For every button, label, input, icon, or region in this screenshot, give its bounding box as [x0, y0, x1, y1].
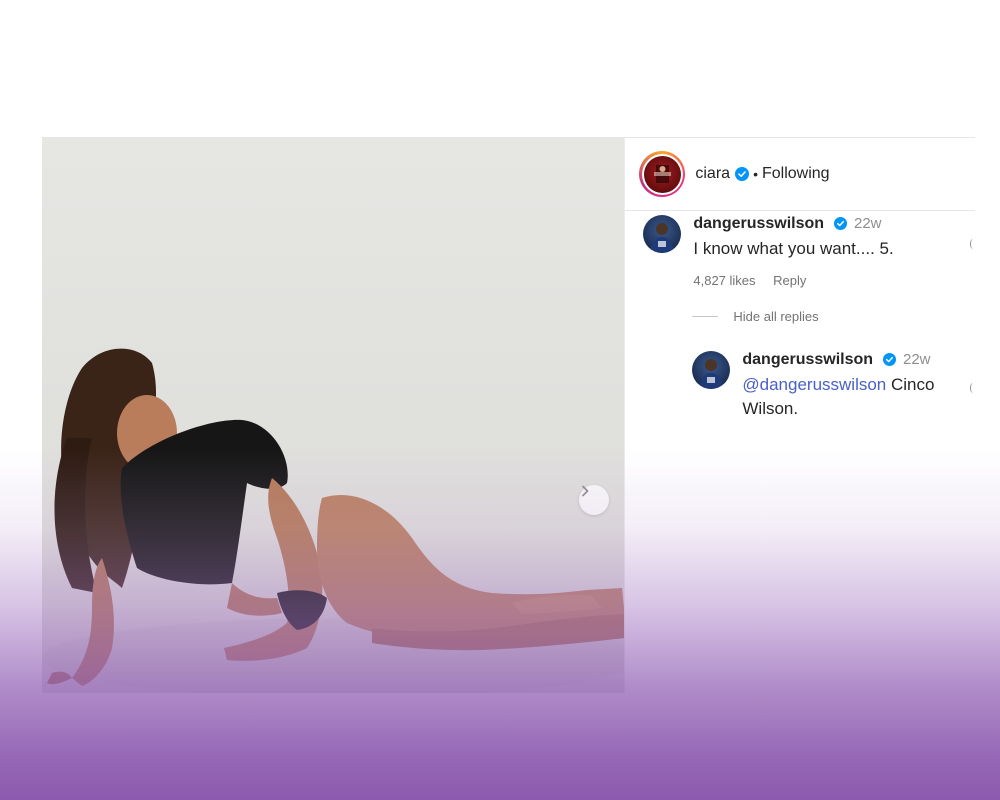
- comment-time: 22w: [902, 351, 931, 368]
- profile-photo: [653, 164, 671, 183]
- next-photo-button[interactable]: [579, 485, 609, 515]
- hide-replies-label: Hide all replies: [733, 309, 819, 324]
- story-ring[interactable]: [639, 151, 686, 197]
- reply-button[interactable]: Reply: [773, 273, 806, 288]
- commenter-username[interactable]: dangerusswilson: [693, 215, 824, 232]
- commenter-photo: [650, 223, 675, 253]
- photo-illustration: [42, 348, 625, 693]
- verified-badge-icon: [735, 167, 750, 181]
- reply-item: dangerusswilson 22w @dangerusswilson Cin…: [692, 351, 972, 421]
- commenter-avatar[interactable]: [643, 215, 682, 253]
- divider-line: [692, 316, 719, 317]
- comments-panel: ciara • Following dangerusswilson 22w I …: [624, 138, 975, 693]
- comment-likes[interactable]: 4,827 likes: [693, 273, 755, 288]
- post-header: ciara • Following: [625, 138, 975, 211]
- verified-badge-icon: [833, 217, 847, 230]
- commenter-avatar[interactable]: [692, 351, 731, 389]
- following-button[interactable]: Following: [762, 165, 830, 183]
- heart-icon[interactable]: [970, 383, 975, 393]
- hide-replies-toggle[interactable]: Hide all replies: [692, 309, 819, 324]
- page: ciara • Following dangerusswilson 22w I …: [0, 0, 1000, 800]
- instagram-post: ciara • Following dangerusswilson 22w I …: [42, 137, 975, 693]
- comment-item: dangerusswilson 22w I know what you want…: [643, 215, 894, 288]
- verified-badge-icon: [882, 353, 896, 366]
- commenter-username[interactable]: dangerusswilson: [742, 351, 873, 368]
- chevron-right-icon: [582, 485, 589, 497]
- comment-text: I know what you want.... 5.: [693, 239, 894, 258]
- separator-dot: •: [753, 166, 758, 182]
- mention-link[interactable]: @dangerusswilson: [742, 375, 886, 394]
- avatar: [643, 155, 681, 193]
- comment-time: 22w: [853, 215, 882, 232]
- heart-icon[interactable]: [970, 239, 975, 249]
- post-author-username[interactable]: ciara: [695, 165, 730, 183]
- commenter-photo: [699, 359, 724, 389]
- post-photo[interactable]: [42, 138, 625, 693]
- reply-text: @dangerusswilson Cinco Wilson.: [742, 373, 972, 421]
